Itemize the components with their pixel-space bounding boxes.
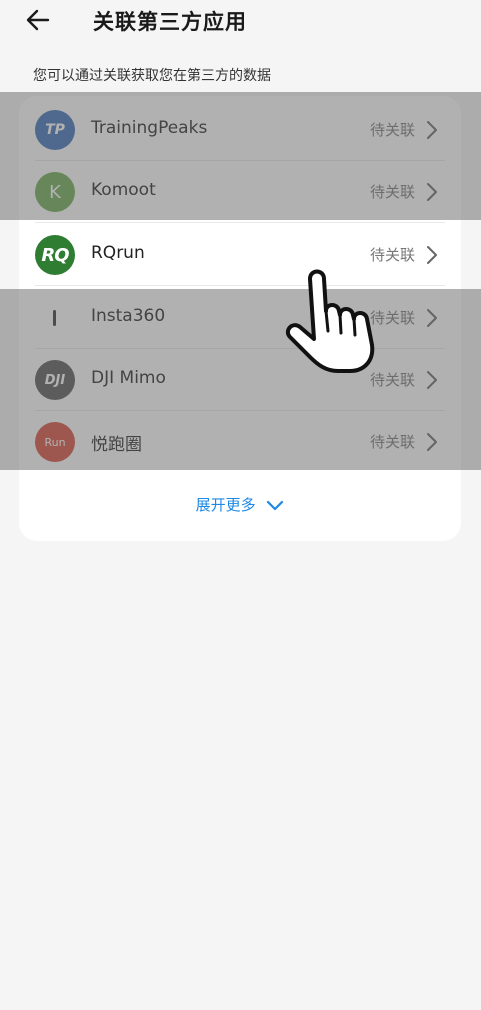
- divider: [35, 222, 445, 223]
- chevron-right-icon: [427, 246, 437, 264]
- dim-overlay-top: [0, 92, 481, 220]
- arrow-left-icon: [26, 9, 50, 31]
- hand-pointer-icon: [285, 269, 375, 373]
- dim-overlay-bottom: [0, 289, 481, 470]
- page-subtitle: 您可以通过关联获取您在第三方的数据: [33, 68, 271, 84]
- header: 关联第三方应用: [0, 0, 481, 44]
- expand-more-label: 展开更多: [195, 496, 256, 514]
- rqrun-logo-text: RQ: [41, 244, 69, 266]
- back-button[interactable]: [22, 4, 54, 36]
- rqrun-logo-icon: RQ: [35, 235, 75, 275]
- chevron-down-icon: [267, 500, 284, 510]
- page-title: 关联第三方应用: [93, 10, 247, 34]
- app-name: RQrun: [91, 243, 145, 263]
- expand-more-button[interactable]: 展开更多: [19, 494, 461, 515]
- app-status: 待关联: [369, 246, 415, 264]
